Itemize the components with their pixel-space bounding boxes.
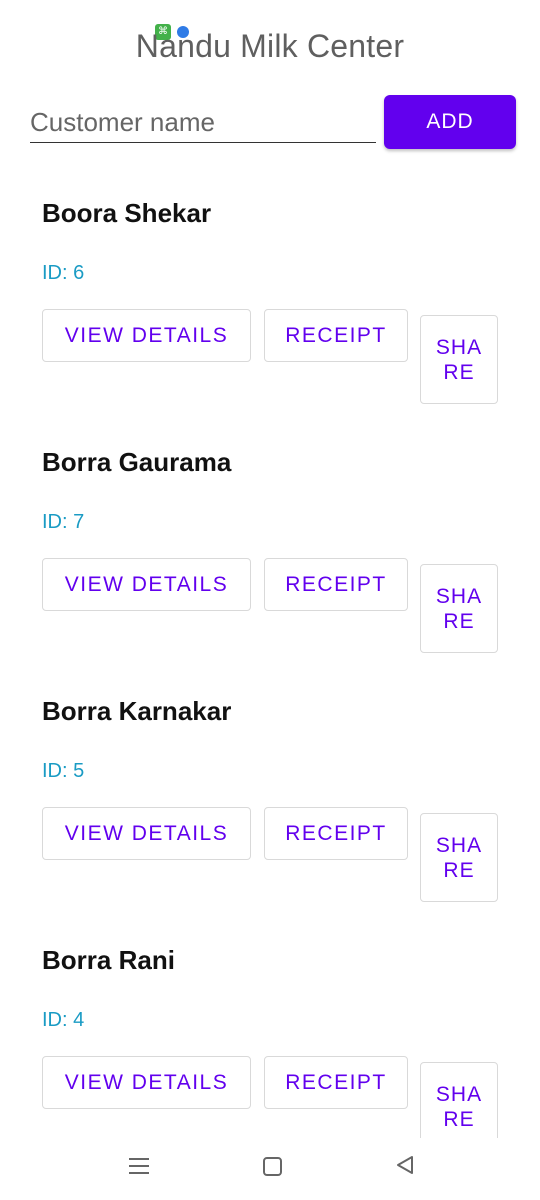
- list-item: Borra Karnakar ID: 5 VIEW DETAILS RECEIP…: [0, 668, 540, 917]
- customer-id: ID: 4: [42, 1009, 85, 1031]
- share-button[interactable]: SHARE: [420, 813, 498, 902]
- view-details-button[interactable]: VIEW DETAILS: [42, 807, 251, 860]
- customer-name-input[interactable]: [30, 102, 376, 143]
- customer-name: Borra Karnakar: [42, 696, 232, 726]
- customer-list: Boora Shekar ID: 6 VIEW DETAILS RECEIPT …: [0, 170, 540, 1166]
- list-item: Borra Gaurama ID: 7 VIEW DETAILS RECEIPT…: [0, 419, 540, 668]
- list-item: Boora Shekar ID: 6 VIEW DETAILS RECEIPT …: [0, 170, 540, 419]
- customer-name: Borra Gaurama: [42, 447, 232, 477]
- customer-id: ID: 6: [42, 262, 85, 284]
- list-item: Borra Rani ID: 4 VIEW DETAILS RECEIPT SH…: [0, 917, 540, 1166]
- add-button[interactable]: ADD: [384, 95, 516, 149]
- view-details-button[interactable]: VIEW DETAILS: [42, 558, 251, 611]
- home-icon[interactable]: [263, 1157, 282, 1176]
- receipt-button[interactable]: RECEIPT: [264, 558, 408, 611]
- receipt-button[interactable]: RECEIPT: [264, 1056, 408, 1109]
- back-icon[interactable]: [396, 1155, 414, 1175]
- receipt-button[interactable]: RECEIPT: [264, 309, 408, 362]
- customer-id: ID: 5: [42, 760, 85, 782]
- system-nav-bar: [0, 1138, 540, 1200]
- share-button[interactable]: SHARE: [420, 315, 498, 404]
- page-title: Nandu Milk Center: [135, 28, 405, 64]
- view-details-button[interactable]: VIEW DETAILS: [42, 309, 251, 362]
- customer-id: ID: 7: [42, 511, 85, 533]
- customer-name: Boora Shekar: [42, 198, 212, 228]
- menu-icon[interactable]: [129, 1158, 149, 1174]
- share-button[interactable]: SHARE: [420, 564, 498, 653]
- view-details-button[interactable]: VIEW DETAILS: [42, 1056, 251, 1109]
- customer-name: Borra Rani: [42, 945, 175, 975]
- receipt-button[interactable]: RECEIPT: [264, 807, 408, 860]
